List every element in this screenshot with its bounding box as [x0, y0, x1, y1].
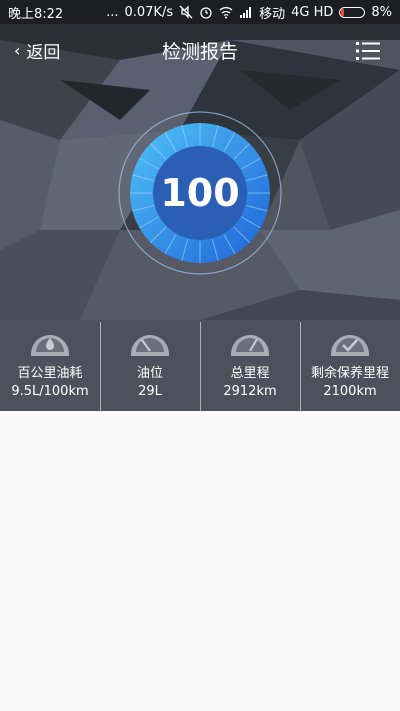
stat-maintenance-mileage: 剩余保养里程 2100km [300, 322, 400, 411]
stat-value: 2912km [223, 384, 277, 399]
mute-icon [179, 5, 193, 19]
stat-label: 油位 [136, 366, 163, 381]
fuel-consumption-icon [31, 335, 69, 356]
more-dots: ... [106, 4, 119, 20]
score-gauge: 100 [117, 110, 283, 276]
list-menu-icon[interactable] [356, 42, 380, 60]
score-value: 100 [160, 171, 240, 215]
network-type: 4G HD [291, 4, 334, 20]
signal-icon [240, 7, 252, 18]
stat-label: 剩余保养里程 [310, 366, 389, 381]
carrier-name: 移动 [259, 6, 286, 22]
status-bar: 晚上8:22 ... 0.07K/s 移动 4G HD 8% [0, 0, 400, 24]
stat-label: 百公里油耗 [17, 366, 83, 381]
alarm-icon [200, 7, 212, 19]
nav-bar: ‹ 返回 检测报告 [0, 28, 400, 72]
stat-fuel-consumption: 百公里油耗 9.5L/100km [0, 322, 100, 411]
battery-icon [339, 6, 366, 18]
stat-value: 9.5L/100km [11, 384, 89, 399]
stat-label: 总里程 [230, 366, 270, 381]
wifi-icon [219, 7, 233, 19]
network-speed: 0.07K/s [124, 4, 174, 20]
stat-value: 2100km [323, 384, 377, 399]
stats-row: 百公里油耗 9.5L/100km 油位 29L 总里程 2912km 剩余保养里… [0, 322, 400, 411]
battery-percent: 8% [371, 4, 392, 20]
report-content-area [0, 411, 400, 711]
odometer-icon [231, 335, 269, 356]
page-title: 检测报告 [161, 41, 238, 63]
stat-fuel-level: 油位 29L [100, 322, 200, 411]
maintenance-check-icon [331, 335, 369, 356]
stat-total-mileage: 总里程 2912km [200, 322, 300, 411]
status-time: 晚上8:22 [8, 6, 64, 22]
stat-value: 29L [138, 384, 162, 399]
fuel-gauge-icon [131, 335, 169, 356]
report-header: 晚上8:22 ... 0.07K/s 移动 4G HD 8% ‹ 返回 检测报告… [0, 0, 400, 411]
